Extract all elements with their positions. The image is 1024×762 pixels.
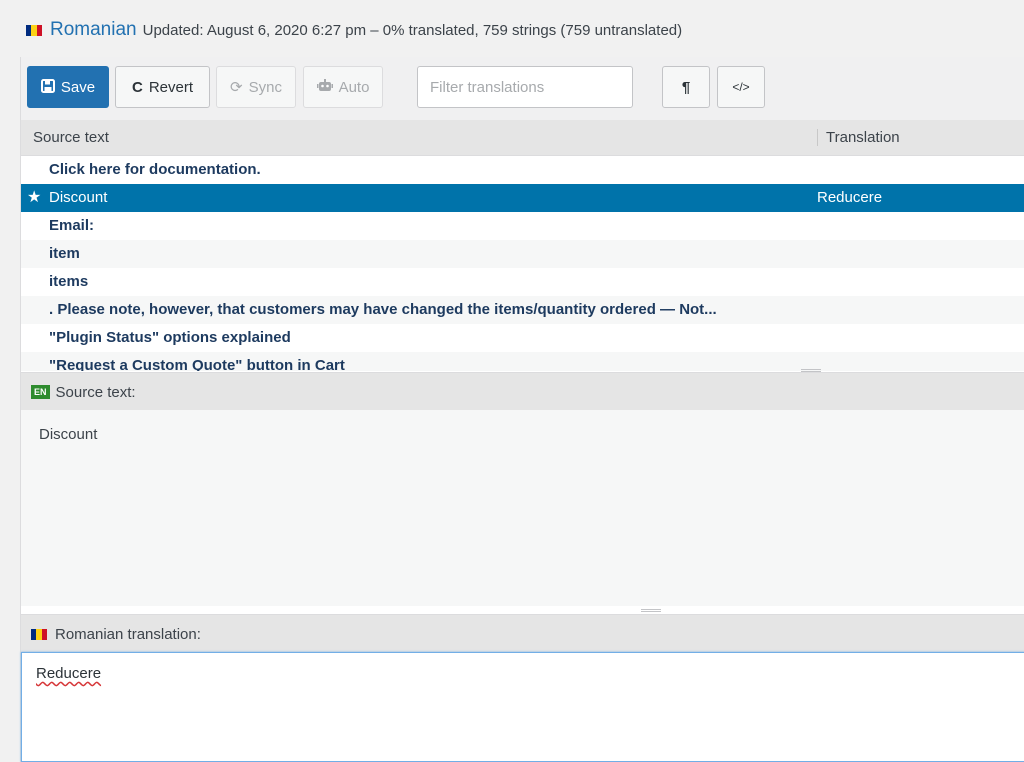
source-string: "Plugin Status" options explained xyxy=(49,329,291,346)
undo-icon: C xyxy=(131,78,143,96)
strings-list: Click here for documentation. ★ Discount… xyxy=(21,156,1024,371)
source-string: Discount xyxy=(49,189,108,206)
code-icon: </> xyxy=(732,80,750,94)
translation-status: Updated: August 6, 2020 6:27 pm – 0% tra… xyxy=(142,21,683,39)
translation-pane-label: Romanian translation: xyxy=(55,625,201,643)
list-item[interactable]: "Plugin Status" options explained xyxy=(21,324,1024,352)
star-icon: ★ xyxy=(27,189,42,206)
page-header: Romanian Updated: August 6, 2020 6:27 pm… xyxy=(26,18,682,42)
language-title[interactable]: Romanian xyxy=(50,19,137,41)
list-item[interactable]: . Please note, however, that customers m… xyxy=(21,296,1024,324)
toolbar: Save C Revert ⟳ Sync Auto ¶ </> xyxy=(21,57,1024,121)
pane-resize-handle[interactable] xyxy=(641,609,661,612)
source-column-header[interactable]: Source text xyxy=(33,129,109,146)
source-string: Email: xyxy=(49,217,95,234)
sync-button[interactable]: ⟳ Sync xyxy=(216,66,296,108)
list-item[interactable]: Email: xyxy=(21,212,1024,240)
source-text-pane: Discount xyxy=(21,410,1024,606)
en-language-badge: EN xyxy=(31,385,50,399)
robot-icon xyxy=(316,78,333,96)
translation-textarea[interactable]: Reducere xyxy=(21,652,1024,762)
source-pane-header: EN Source text: xyxy=(21,372,1024,412)
source-text-value: Discount xyxy=(39,426,98,443)
list-item[interactable]: items xyxy=(21,268,1024,296)
source-string: "Request a Custom Quote" button in Cart xyxy=(49,357,345,371)
sync-label: Sync xyxy=(248,78,282,96)
source-string: . Please note, however, that customers m… xyxy=(49,301,717,318)
save-button[interactable]: Save xyxy=(27,66,109,108)
romania-flag-icon xyxy=(26,24,42,36)
translation-string: Reducere xyxy=(817,189,883,206)
source-string: items xyxy=(49,273,89,290)
list-item[interactable]: "Request a Custom Quote" button in Cart xyxy=(21,352,1024,371)
auto-label: Auto xyxy=(338,78,370,96)
source-pane-label: Source text: xyxy=(55,383,136,401)
filter-translations-input[interactable] xyxy=(417,66,633,108)
translation-column-header[interactable]: Translation xyxy=(817,129,900,146)
save-label: Save xyxy=(60,78,96,96)
revert-label: Revert xyxy=(148,78,194,96)
auto-button[interactable]: Auto xyxy=(303,66,383,108)
floppy-disk-icon xyxy=(40,78,55,96)
list-item[interactable]: Click here for documentation. xyxy=(21,156,1024,184)
invisibles-toggle-button[interactable]: ¶ xyxy=(662,66,710,108)
source-string: Click here for documentation. xyxy=(49,161,261,178)
list-item[interactable]: item xyxy=(21,240,1024,268)
romania-flag-icon xyxy=(31,628,47,640)
pilcrow-icon: ¶ xyxy=(681,78,691,96)
sync-icon: ⟳ xyxy=(230,78,243,96)
source-string: item xyxy=(49,245,80,262)
list-item-selected[interactable]: ★ Discount Reducere xyxy=(21,184,1024,212)
translation-editor: Save C Revert ⟳ Sync Auto ¶ </> Source t… xyxy=(20,57,1024,762)
list-header: Source text Translation xyxy=(21,120,1024,156)
translation-pane-header: Romanian translation: xyxy=(21,614,1024,654)
code-view-toggle-button[interactable]: </> xyxy=(717,66,765,108)
revert-button[interactable]: C Revert xyxy=(115,66,210,108)
